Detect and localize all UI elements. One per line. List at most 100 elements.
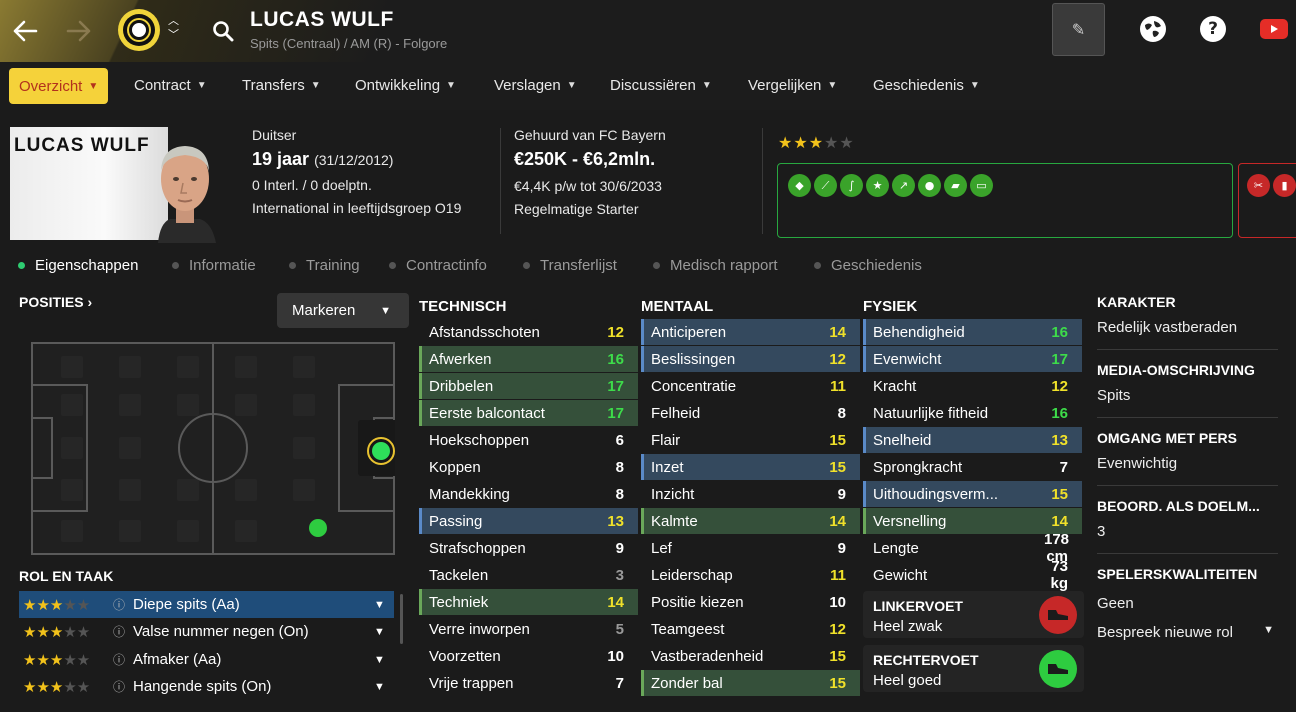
tab-contractinfo[interactable]: Contractinfo: [389, 257, 487, 274]
attribute-row[interactable]: Behendigheid 16: [863, 319, 1082, 345]
attribute-row[interactable]: Natuurlijke fitheid 16: [863, 400, 1082, 426]
role-item[interactable]: ★★★★★ ⓘ Afmaker (Aa) ▼: [19, 646, 394, 673]
help-icon[interactable]: ?: [1200, 16, 1226, 42]
attribute-name: Leiderschap: [651, 566, 733, 584]
attribute-row[interactable]: Voorzetten 10: [419, 643, 638, 669]
star-icon[interactable]: ★: [866, 174, 889, 197]
tab-informatie[interactable]: Informatie: [172, 257, 256, 274]
attribute-row[interactable]: Evenwicht 17: [863, 346, 1082, 372]
attribute-row[interactable]: Flair 15: [641, 427, 860, 453]
attribute-row[interactable]: Verre inworpen 5: [419, 616, 638, 642]
qualities-value: Geen: [1097, 595, 1134, 612]
personality-value: Redelijk vastberaden: [1097, 319, 1238, 336]
club-crest-icon[interactable]: [118, 9, 160, 51]
trend-icon[interactable]: ↗: [892, 174, 915, 197]
tag-icon[interactable]: ◆: [788, 174, 811, 197]
nav-vergelijken[interactable]: Vergelijken ▼: [748, 68, 837, 103]
nav-overzicht[interactable]: Overzicht ▼: [9, 68, 109, 104]
injury-icon[interactable]: ✂: [1247, 174, 1270, 197]
nav-contract[interactable]: Contract ▼: [134, 68, 207, 103]
role-item[interactable]: ★★★★★ ⓘ Valse nummer negen (On) ▼: [19, 618, 394, 645]
attribute-row[interactable]: Techniek 14: [419, 589, 638, 615]
attribute-row[interactable]: Strafschoppen 9: [419, 535, 638, 561]
positions-heading[interactable]: POSITIES ›: [19, 294, 92, 310]
secondary-position-marker[interactable]: [309, 519, 327, 537]
attribute-row[interactable]: Kalmte 14: [641, 508, 860, 534]
attribute-row[interactable]: Teamgeest 12: [641, 616, 860, 642]
attribute-row[interactable]: Afwerken 16: [419, 346, 638, 372]
tab-training[interactable]: Training: [289, 257, 360, 274]
info-icon[interactable]: ⓘ: [113, 651, 133, 668]
attribute-row[interactable]: Inzicht 9: [641, 481, 860, 507]
card-icon[interactable]: ▮: [1273, 174, 1296, 197]
attribute-row[interactable]: Hoekschoppen 6: [419, 427, 638, 453]
boot-icon[interactable]: ⟋: [814, 174, 837, 197]
primary-position-marker[interactable]: [367, 437, 395, 465]
discuss-role-button[interactable]: Bespreek nieuwe rol ▼: [1097, 624, 1278, 641]
attribute-row[interactable]: Mandekking 8: [419, 481, 638, 507]
attribute-row[interactable]: Vastberadenheid 15: [641, 643, 860, 669]
attribute-row[interactable]: Zonder bal 15: [641, 670, 860, 696]
roles-scrollbar[interactable]: [400, 594, 403, 644]
chevron-down-icon[interactable]: ▼: [374, 599, 394, 611]
attribute-row[interactable]: Leiderschap 11: [641, 562, 860, 588]
attribute-row[interactable]: Uithoudingsverm... 15: [863, 481, 1082, 507]
mark-dropdown[interactable]: Markeren ▼: [277, 293, 409, 328]
attribute-row[interactable]: Vrije trappen 7: [419, 670, 638, 696]
attribute-value: 14: [607, 593, 624, 611]
attribute-row[interactable]: Lef 9: [641, 535, 860, 561]
tab-eigenschappen[interactable]: Eigenschappen: [18, 257, 138, 274]
attribute-row[interactable]: Anticiperen 14: [641, 319, 860, 345]
info-icon[interactable]: ⓘ: [113, 623, 133, 640]
tab-transferlijst[interactable]: Transferlijst: [523, 257, 617, 274]
attribute-value: 8: [837, 404, 846, 422]
back-arrow-icon[interactable]: [8, 14, 42, 48]
nav-geschiedenis[interactable]: Geschiedenis ▼: [873, 68, 980, 103]
loan-info[interactable]: Gehuurd van FC Bayern: [514, 127, 666, 143]
role-item[interactable]: ★★★★★ ⓘ Hangende spits (On) ▼: [19, 673, 394, 700]
head-icon[interactable]: ●: [918, 174, 941, 197]
chevron-down-icon[interactable]: ▼: [374, 626, 394, 638]
info-icon[interactable]: ⓘ: [113, 596, 133, 613]
attribute-row[interactable]: Dribbelen 17: [419, 373, 638, 399]
role-item[interactable]: ★★★★★ ⓘ Diepe spits (Aa) ▼: [19, 591, 394, 618]
attribute-row[interactable]: Afstandsschoten 12: [419, 319, 638, 345]
attribute-row[interactable]: Snelheid 13: [863, 427, 1082, 453]
chevron-down-icon: ▼: [380, 304, 391, 317]
nav-discussieren[interactable]: Discussiëren ▼: [610, 68, 712, 103]
nav-ontwikkeling[interactable]: Ontwikkeling ▼: [355, 68, 456, 103]
attribute-row[interactable]: Concentratie 11: [641, 373, 860, 399]
player-switch-arrows-icon[interactable]: ︿ ﹀: [168, 14, 179, 42]
attribute-row[interactable]: Sprongkracht 7: [863, 454, 1082, 480]
attribute-value: 9: [615, 539, 624, 557]
globe-icon[interactable]: [1140, 16, 1166, 42]
attribute-value: 12: [829, 620, 846, 638]
forward-arrow-icon[interactable]: [62, 14, 96, 48]
handshake-icon[interactable]: ▰: [944, 174, 967, 197]
attribute-row[interactable]: Beslissingen 12: [641, 346, 860, 372]
nav-verslagen[interactable]: Verslagen ▼: [494, 68, 577, 103]
search-icon[interactable]: [206, 14, 240, 48]
attribute-row[interactable]: Kracht 12: [863, 373, 1082, 399]
dribble-icon[interactable]: ∫: [840, 174, 863, 197]
chevron-down-icon[interactable]: ▼: [374, 681, 394, 693]
attribute-row[interactable]: Positie kiezen 10: [641, 589, 860, 615]
attribute-row[interactable]: Tackelen 3: [419, 562, 638, 588]
edit-button[interactable]: ✎: [1052, 3, 1105, 56]
youtube-icon[interactable]: [1260, 19, 1288, 39]
nav-transfers[interactable]: Transfers ▼: [242, 68, 321, 103]
chevron-down-icon[interactable]: ▼: [374, 654, 394, 666]
pitch-icon[interactable]: ▭: [970, 174, 993, 197]
tab-medisch-rapport[interactable]: Medisch rapport: [653, 257, 778, 274]
attribute-name: Gewicht: [873, 566, 928, 584]
attribute-row[interactable]: Passing 13: [419, 508, 638, 534]
attribute-row[interactable]: Gewicht 73 kg: [863, 558, 1082, 592]
attribute-row[interactable]: Felheid 8: [641, 400, 860, 426]
attribute-name: Voorzetten: [429, 647, 501, 665]
attribute-row[interactable]: Koppen 8: [419, 454, 638, 480]
attribute-row[interactable]: Eerste balcontact 17: [419, 400, 638, 426]
tab-geschiedenis[interactable]: Geschiedenis: [814, 257, 922, 274]
info-icon[interactable]: ⓘ: [113, 678, 133, 695]
attribute-row[interactable]: Inzet 15: [641, 454, 860, 480]
tab-label: Medisch rapport: [670, 257, 778, 274]
